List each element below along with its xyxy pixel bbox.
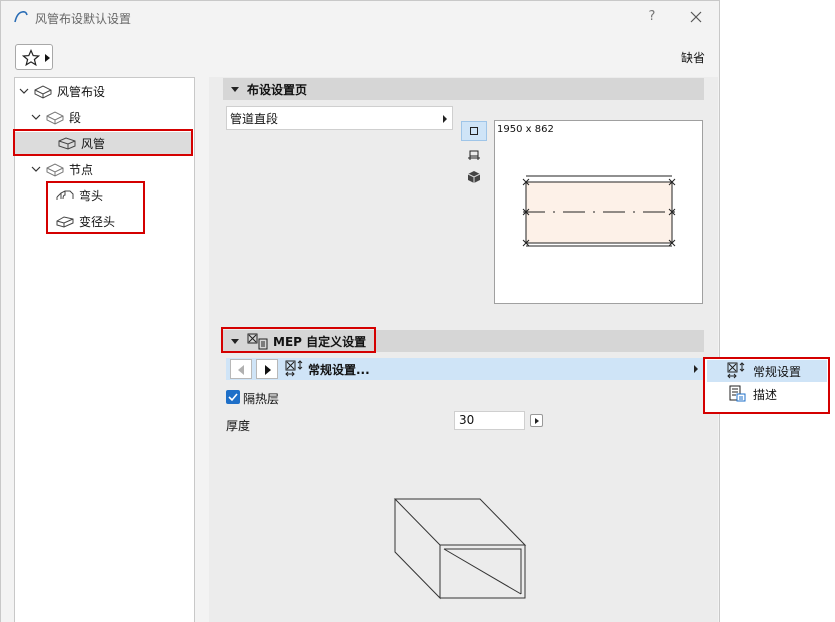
tree-item-label: 风管 — [81, 136, 106, 151]
next-page-button[interactable] — [256, 359, 278, 379]
duct-routing-icon — [34, 85, 52, 99]
tree-item-label: 变径头 — [79, 214, 116, 229]
mep-settings-icon — [247, 333, 268, 350]
collapse-arrow-icon[interactable] — [231, 86, 239, 92]
favorites-button[interactable] — [15, 44, 53, 70]
tree-item-node[interactable]: 节点 — [31, 158, 93, 180]
checkmark-icon — [228, 393, 238, 402]
view-2d-button[interactable] — [461, 121, 487, 141]
insulation-label: 隔热层 — [243, 392, 280, 406]
node-icon — [46, 163, 64, 177]
view-section-button[interactable] — [461, 145, 487, 165]
section-title: 布设设置页 — [247, 82, 308, 97]
thickness-label: 厚度 — [226, 419, 251, 433]
chevron-down-icon[interactable] — [31, 164, 41, 174]
general-settings-icon — [285, 360, 303, 377]
reducer-icon — [56, 216, 74, 228]
tree-item-label: 节点 — [69, 162, 94, 177]
chevron-down-icon[interactable] — [31, 112, 41, 122]
view-3d-button[interactable] — [461, 167, 487, 187]
dropdown-arrow-icon — [443, 115, 447, 123]
tree-item-segment[interactable]: 段 — [31, 106, 81, 128]
square-view-icon — [470, 127, 478, 135]
tree-item-duct-routing[interactable]: 风管布设 — [19, 80, 105, 102]
cube-3d-icon — [467, 171, 481, 183]
current-page-label[interactable]: 常规设置... — [308, 361, 370, 378]
chevron-down-icon[interactable] — [19, 86, 29, 96]
thickness-field[interactable]: 30 — [454, 411, 525, 430]
help-button[interactable]: ? — [645, 9, 659, 25]
collapse-arrow-icon[interactable] — [231, 338, 239, 344]
app-logo-icon — [14, 11, 28, 23]
thickness-menu-button[interactable] — [530, 414, 543, 427]
insulation-checkbox[interactable] — [226, 390, 240, 404]
section-view-icon — [468, 150, 480, 160]
menu-item-label: 常规设置 — [753, 364, 802, 379]
dropdown-value: 管道直段 — [230, 111, 279, 126]
tree-item-duct[interactable]: 风管 — [15, 132, 192, 154]
layout-section-header[interactable]: 布设设置页 — [223, 78, 704, 100]
general-settings-icon — [727, 362, 745, 379]
segment-type-dropdown[interactable]: 管道直段 — [226, 106, 453, 130]
page-popup-menu: 常规设置 描述 — [703, 357, 830, 414]
title-bar: 风管布设默认设置 ? — [1, 1, 719, 35]
settings-tree: 风管布设 段 风管 节点 弯头 变径头 — [14, 77, 195, 622]
close-icon[interactable] — [688, 9, 704, 25]
star-icon — [22, 49, 40, 67]
dropdown-arrow-icon — [45, 54, 50, 62]
menu-item-label: 描述 — [753, 387, 778, 402]
page-menu-arrow-icon[interactable] — [694, 365, 698, 373]
window-title: 风管布设默认设置 — [35, 12, 132, 26]
tree-item-label: 弯头 — [79, 188, 104, 203]
section-title: MEP 自定义设置 — [273, 334, 367, 349]
tree-item-label: 段 — [69, 110, 82, 125]
mep-page-navigator[interactable]: 常规设置... — [226, 358, 704, 380]
tree-item-reducer[interactable]: 变径头 — [55, 210, 115, 232]
mep-section-header[interactable]: MEP 自定义设置 — [223, 330, 704, 352]
description-icon — [729, 385, 746, 402]
segment-icon — [46, 111, 64, 125]
menu-item-general-settings[interactable]: 常规设置 — [707, 360, 827, 382]
arrow-right-icon — [535, 418, 539, 424]
arrow-left-icon — [238, 365, 244, 375]
default-label: 缺省 — [681, 51, 706, 65]
tree-item-label: 风管布设 — [57, 84, 106, 99]
prev-page-button[interactable] — [230, 359, 252, 379]
tree-item-elbow[interactable]: 弯头 — [55, 184, 103, 206]
menu-item-description[interactable]: 描述 — [707, 383, 827, 405]
duct-icon — [58, 137, 76, 150]
arrow-right-icon — [265, 365, 271, 375]
preview-panel: 1950 x 862 — [494, 120, 703, 304]
duct-3d-preview — [393, 498, 527, 600]
panel-splitter[interactable] — [195, 77, 209, 622]
elbow-icon — [56, 190, 74, 200]
duct-section-preview — [522, 175, 676, 247]
